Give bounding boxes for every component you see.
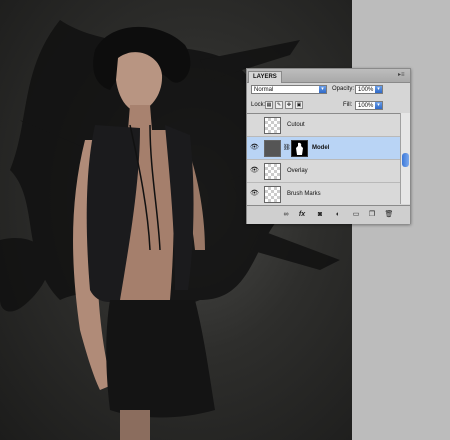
delete-layer-icon[interactable]: 🗑 [384,210,394,219]
chevron-down-icon: ▾ [375,86,382,93]
fill-label: Fill: [343,102,353,108]
layers-bottom-toolbar: ∞ fx ◙ ◐ ▭ ❐ 🗑 [247,205,410,224]
layer-row-brush-marks[interactable]: 👁 Brush Marks [247,183,400,205]
panel-menu-icon[interactable]: ▸≡ [398,72,406,78]
layer-name: Cutout [287,122,305,128]
opacity-value: 100% [358,87,374,93]
opacity-label: Opacity: [332,86,355,92]
lock-image-icon[interactable]: ✎ [275,101,283,109]
layer-list: Cutout 👁 ⛓ Model 👁 Overlay 👁 Brush Marks [247,113,400,205]
eye-icon[interactable]: 👁 [250,189,259,198]
layer-thumbnail [264,163,281,180]
lock-transparent-icon[interactable]: ▦ [265,101,273,109]
layer-list-scrollbar[interactable] [400,113,410,204]
layer-row-overlay[interactable]: 👁 Overlay [247,160,400,183]
layer-thumbnail [264,186,281,203]
fill-value: 100% [358,103,374,109]
blend-mode-value: Normal [254,87,274,93]
layer-name: Overlay [287,168,308,174]
visibility-toggle-empty[interactable] [250,120,259,129]
new-layer-icon[interactable]: ❐ [367,210,377,219]
eye-icon[interactable]: 👁 [250,166,259,175]
layer-name: Model [312,145,330,151]
panel-tab-bar: LAYERS ▸≡ [247,69,410,83]
eye-icon[interactable]: 👁 [250,143,259,152]
layer-thumbnail [264,140,281,157]
layer-mask-thumbnail[interactable] [291,140,308,157]
lock-label: Lock: [251,102,266,108]
link-chain-icon: ⛓ [283,145,291,151]
layer-row-cutout[interactable]: Cutout [247,114,400,137]
adjustment-layer-icon[interactable]: ◐ [333,210,343,219]
link-layers-icon[interactable]: ∞ [281,210,291,219]
tab-layers[interactable]: LAYERS [248,71,282,83]
layer-row-model[interactable]: 👁 ⛓ Model [247,137,400,160]
layer-name: Brush Marks [287,191,321,197]
add-mask-icon[interactable]: ◙ [315,210,325,219]
mask-silhouette [296,142,303,155]
chevron-down-icon: ▾ [375,102,382,109]
scrollbar-thumb[interactable] [402,153,409,167]
layer-thumbnail [264,117,281,134]
fx-icon[interactable]: fx [297,210,307,219]
lock-all-icon[interactable]: ▣ [295,101,303,109]
blend-mode-dropdown[interactable]: Normal ▾ [251,85,327,94]
layers-panel: LAYERS ▸≡ Normal ▾ Opacity: 100% ▾ Lock:… [246,68,411,224]
new-group-icon[interactable]: ▭ [351,210,361,219]
lock-icons: ▦ ✎ ✥ ▣ [265,101,303,110]
lock-position-icon[interactable]: ✥ [285,101,293,109]
chevron-down-icon: ▾ [319,86,326,93]
fill-field[interactable]: 100% ▾ [355,101,383,110]
opacity-field[interactable]: 100% ▾ [355,85,383,94]
